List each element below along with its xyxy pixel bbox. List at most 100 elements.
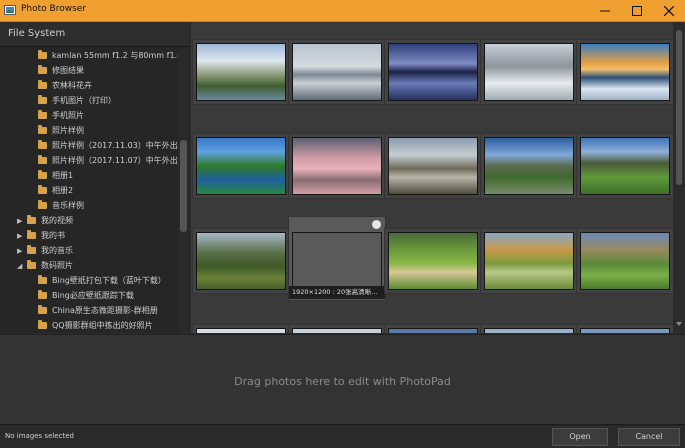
window-title: Photo Browser (21, 4, 87, 14)
tree-item[interactable]: 照片样例（2017.11.07）中午外出 (38, 153, 178, 168)
tree-item-label: 相册1 (52, 171, 74, 180)
cancel-button[interactable]: Cancel (618, 428, 680, 446)
thumbnail[interactable] (288, 133, 386, 199)
thumbnail[interactable] (384, 39, 482, 105)
thumbnail-image-partial[interactable] (292, 328, 382, 333)
tree-item-label: 手机图片（打印） (52, 96, 116, 105)
tree-item-label: China原生态微距摄影-群相册 (52, 306, 158, 315)
expand-arrow-icon[interactable]: ▶ (17, 217, 25, 225)
maximize-button[interactable] (621, 0, 653, 21)
folder-tree[interactable]: kamlan 55mm f1.2 与80mm f1.4样张修图结果农林科花卉手机… (0, 48, 178, 333)
thumbnail[interactable] (480, 324, 578, 333)
grid-scrollbar[interactable] (673, 22, 685, 333)
tree-item[interactable]: 手机照片 (38, 108, 84, 123)
tree-item[interactable]: ▶ 我的书 (17, 228, 65, 243)
thumbnail-image-golf-pond[interactable] (292, 232, 382, 290)
thumbnail-image-highland-cottage[interactable] (484, 137, 574, 195)
thumbnail-image-misty-lake[interactable] (292, 43, 382, 101)
thumbnail-image-jungle-hills[interactable] (196, 232, 286, 290)
thumbnail-selected[interactable]: 1920×1200 : 20张高清晰... (288, 216, 386, 301)
tree-item[interactable]: kamlan 55mm f1.2 与80mm f1.4样张 (38, 48, 178, 63)
thumbnail-image-river-mountains[interactable] (388, 137, 478, 195)
folder-icon (38, 125, 47, 134)
thumbnail[interactable] (480, 228, 578, 294)
thumbnail-image-frozen-lake[interactable] (580, 43, 670, 101)
minimize-icon (600, 10, 610, 11)
open-button[interactable]: Open (552, 428, 608, 446)
tree-item[interactable]: ▶ 我的音乐 (17, 243, 73, 258)
thumbnail[interactable] (576, 228, 673, 294)
drop-zone[interactable]: Drag photos here to edit with PhotoPad (0, 334, 685, 425)
thumbnail-caption: 1920×1200 : 20张高清晰... (289, 286, 385, 299)
minimize-button[interactable] (589, 0, 621, 21)
thumbnail-image-partial[interactable] (388, 328, 478, 333)
thumbnail-image-snowy-forest[interactable] (484, 43, 574, 101)
close-button[interactable] (653, 0, 685, 21)
select-indicator[interactable] (372, 220, 381, 229)
sidebar-scrollbar[interactable] (178, 48, 189, 333)
thumbnail-image-partial[interactable] (484, 328, 574, 333)
folder-icon (38, 275, 47, 284)
selection-status: No images selected (5, 432, 74, 440)
thumbnail-image-dusk-reflection[interactable] (388, 43, 478, 101)
tree-item[interactable]: 手机图片（打印） (38, 93, 116, 108)
thumbnail-image-pink-sunset-shore[interactable] (292, 137, 382, 195)
thumbnail[interactable] (576, 133, 673, 199)
tree-item[interactable]: 音乐样例 (38, 198, 84, 213)
folder-icon (38, 185, 47, 194)
tree-item-label: 农林科花卉 (52, 81, 92, 90)
thumbnail-image-green-valley-lake[interactable] (196, 137, 286, 195)
tree-item[interactable]: 相册2 (38, 183, 73, 198)
thumbnail[interactable] (576, 324, 673, 333)
thumbnail[interactable] (288, 324, 386, 333)
thumbnail[interactable] (384, 133, 482, 199)
tree-item-label: 相册2 (52, 186, 74, 195)
grid-scroll-thumb[interactable] (676, 30, 682, 185)
thumbnail[interactable] (384, 228, 482, 294)
tree-item-label: 我的书 (41, 231, 65, 240)
folder-icon (38, 290, 47, 299)
thumbnail-image-autumn-golf[interactable] (484, 232, 574, 290)
tree-item-label: Bing必应壁纸跟踪下载 (52, 291, 134, 300)
thumbnail-image-partial[interactable] (580, 328, 670, 333)
thumbnail[interactable] (480, 39, 578, 105)
tree-item[interactable]: ◢ 数码照片 (17, 258, 73, 273)
tree-item[interactable]: 照片样例 (38, 123, 84, 138)
tree-item[interactable]: 修图结果 (38, 63, 84, 78)
thumbnail-grid[interactable]: 1920×1200 : 20张高清晰... (191, 22, 673, 333)
tree-item[interactable]: Bing必应壁纸跟踪下载 (38, 288, 134, 303)
folder-icon (38, 305, 47, 314)
tree-item[interactable]: ▶ 我的视频 (17, 213, 73, 228)
thumbnail-image-coastal-golf[interactable] (580, 232, 670, 290)
sidebar-scroll-thumb[interactable] (180, 140, 187, 232)
expand-arrow-icon[interactable]: ▶ (17, 247, 25, 255)
thumbnail[interactable] (192, 39, 290, 105)
tree-item[interactable]: QQ摄影群组中拣出的好照片 (38, 318, 153, 333)
folder-icon (38, 65, 47, 74)
thumbnail[interactable] (288, 39, 386, 105)
tree-item-label: 我的音乐 (41, 246, 73, 255)
thumbnail[interactable] (576, 39, 673, 105)
thumbnail-image-mountain-golf[interactable] (580, 137, 670, 195)
tree-item[interactable]: 照片样例（2017.11.03）中午外出 (38, 138, 178, 153)
tree-item[interactable]: 相册1 (38, 168, 73, 183)
tree-item-label: 修图结果 (52, 66, 84, 75)
thumbnail[interactable] (384, 324, 482, 333)
thumbnail-image-mountain-lake[interactable] (196, 43, 286, 101)
thumbnail[interactable] (192, 324, 290, 333)
folder-icon (38, 50, 47, 59)
title-bar[interactable]: Photo Browser (0, 0, 685, 22)
thumbnail-image-partial[interactable] (196, 328, 286, 333)
scroll-down-icon[interactable] (676, 322, 682, 327)
thumbnail[interactable] (192, 228, 290, 294)
thumbnail[interactable] (192, 133, 290, 199)
tree-item[interactable]: 农林科花卉 (38, 78, 92, 93)
thumbnail-image-golf-bunkers[interactable] (388, 232, 478, 290)
expand-arrow-icon[interactable]: ◢ (17, 262, 25, 270)
tree-item[interactable]: Bing壁纸打包下载（蓝叶下载） (38, 273, 166, 288)
folder-icon (38, 155, 47, 164)
file-system-panel: File System kamlan 55mm f1.2 与80mm f1.4样… (0, 22, 190, 333)
thumbnail[interactable] (480, 133, 578, 199)
expand-arrow-icon[interactable]: ▶ (17, 232, 25, 240)
tree-item[interactable]: China原生态微距摄影-群相册 (38, 303, 158, 318)
